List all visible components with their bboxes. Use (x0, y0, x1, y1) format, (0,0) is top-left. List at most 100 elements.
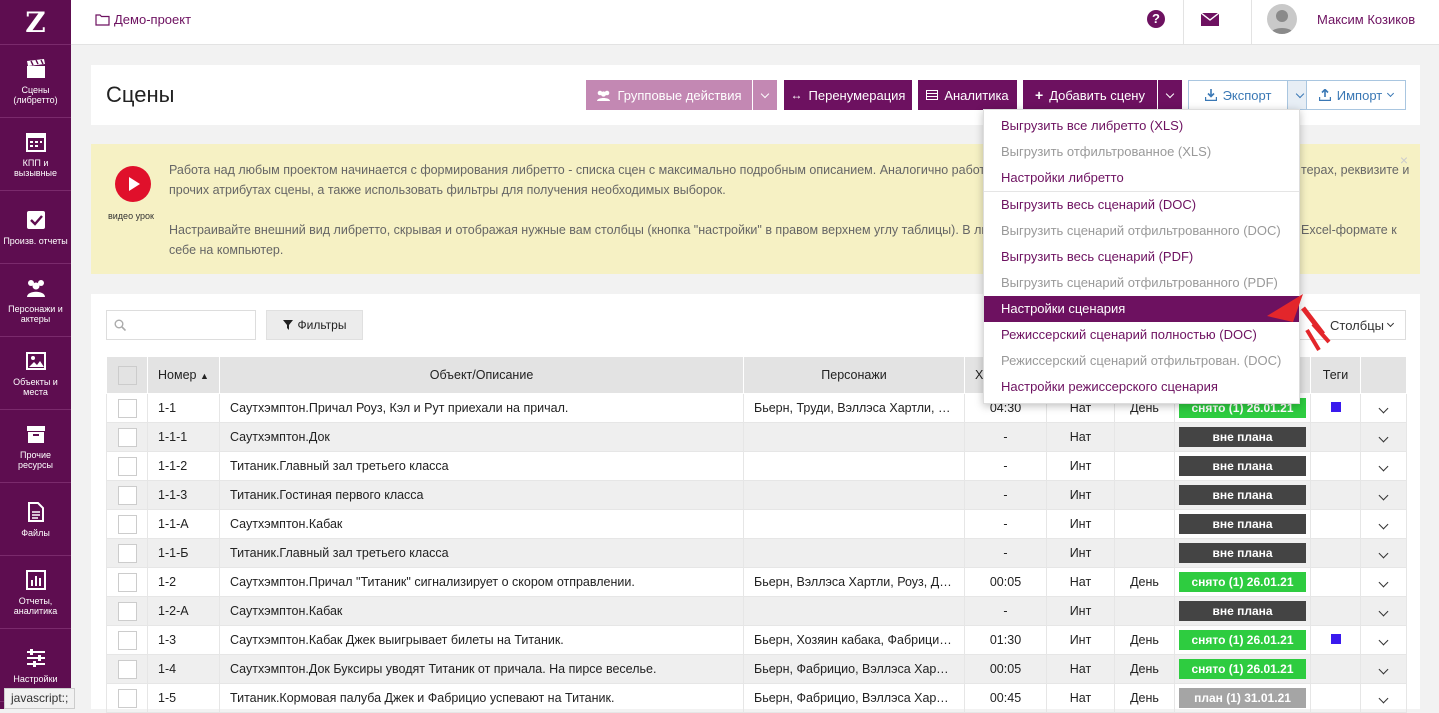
chevron-down-icon[interactable] (1378, 403, 1389, 414)
mail-icon[interactable] (1201, 13, 1219, 26)
row-checkbox[interactable] (117, 572, 137, 592)
export-menu-item[interactable]: Настройки сценария (984, 296, 1299, 322)
close-icon[interactable]: × (1400, 150, 1408, 170)
chevron-down-icon[interactable] (1378, 635, 1389, 646)
row-expand-cell[interactable] (1360, 596, 1407, 626)
row-expand-cell[interactable] (1360, 538, 1407, 568)
table-row[interactable]: 1-2-А Саутхэмптон.Кабак - Инт вне плана (106, 596, 1407, 626)
chevron-down-icon[interactable] (1378, 577, 1389, 588)
sidebar-item-7[interactable]: Отчеты, аналитика (0, 556, 71, 629)
chevron-down-icon[interactable] (1378, 519, 1389, 530)
help-icon[interactable]: ? (1147, 10, 1165, 28)
video-lesson-label[interactable]: видео урок (108, 206, 154, 226)
export-menu-item[interactable]: Выгрузить сценарий отфильтрованного (DOC… (984, 218, 1299, 244)
chevron-down-icon[interactable] (1378, 490, 1389, 501)
row-select-cell[interactable] (106, 625, 148, 655)
sidebar-item-2[interactable]: Произв. отчеты (0, 191, 71, 264)
row-select-cell[interactable] (106, 596, 148, 626)
scene-description: Саутхэмптон.Причал "Титаник" сигнализиру… (219, 567, 744, 597)
export-menu-item[interactable]: Выгрузить отфильтрованное (XLS) (984, 139, 1299, 165)
table-row[interactable]: 1-2 Саутхэмптон.Причал "Титаник" сигнализ… (106, 567, 1407, 597)
row-select-cell[interactable] (106, 393, 148, 423)
export-menu-item[interactable]: Выгрузить весь сценарий (PDF) (984, 244, 1299, 270)
sidebar-item-0[interactable]: Сцены (либретто) (0, 45, 71, 118)
row-checkbox[interactable] (117, 688, 137, 708)
row-checkbox[interactable] (117, 601, 137, 621)
col-number-header[interactable]: Номер ▲ (147, 356, 220, 394)
chevron-down-icon[interactable] (1378, 606, 1389, 617)
sidebar-item-4[interactable]: Объекты и места (0, 337, 71, 410)
export-menu-item[interactable]: Настройки либретто (984, 165, 1299, 191)
renumber-button[interactable]: ↔ Перенумерация (784, 80, 912, 110)
select-all-checkbox[interactable] (117, 365, 137, 385)
row-expand-cell[interactable] (1360, 567, 1407, 597)
table-row[interactable]: 1-4 Саутхэмптон.Док Буксиры уводят Титани… (106, 654, 1407, 684)
row-select-cell[interactable] (106, 451, 148, 481)
row-select-cell[interactable] (106, 683, 148, 713)
export-menu-item[interactable]: Выгрузить все либретто (XLS) (984, 113, 1299, 139)
chevron-down-icon[interactable] (1378, 664, 1389, 675)
row-checkbox[interactable] (117, 398, 137, 418)
sidebar-item-6[interactable]: Файлы (0, 483, 71, 556)
sidebar-item-5[interactable]: Прочие ресурсы (0, 410, 71, 483)
row-expand-cell[interactable] (1360, 654, 1407, 684)
search-input[interactable] (106, 310, 256, 340)
table-row[interactable]: 1-1-3 Титаник.Гостиная первого класса - Инт… (106, 480, 1407, 510)
scene-characters (743, 480, 965, 510)
avatar[interactable] (1267, 4, 1297, 34)
add-scene-button[interactable]: + Добавить сцену (1023, 80, 1157, 110)
import-button[interactable]: Импорт (1306, 80, 1406, 110)
row-expand-cell[interactable] (1360, 393, 1407, 423)
chevron-down-icon[interactable] (1378, 548, 1389, 559)
add-scene-caret-button[interactable] (1158, 80, 1182, 110)
row-select-cell[interactable] (106, 538, 148, 568)
export-menu-item[interactable]: Режиссерский сценарий полностью (DOC) (984, 322, 1299, 348)
row-checkbox[interactable] (117, 427, 137, 447)
select-all-header[interactable] (106, 356, 148, 394)
row-expand-cell[interactable] (1360, 480, 1407, 510)
chevron-down-icon[interactable] (1378, 432, 1389, 443)
row-expand-cell[interactable] (1360, 509, 1407, 539)
row-expand-cell[interactable] (1360, 422, 1407, 452)
youtube-icon[interactable] (115, 166, 151, 202)
row-select-cell[interactable] (106, 654, 148, 684)
row-checkbox[interactable] (117, 456, 137, 476)
export-menu-item[interactable]: Настройки режиссерского сценария (984, 374, 1299, 400)
row-checkbox[interactable] (117, 514, 137, 534)
table-row[interactable]: 1-1-А Саутхэмптон.Кабак - Инт вне плана (106, 509, 1407, 539)
group-actions-button[interactable]: Групповые действия (586, 80, 752, 110)
group-actions-caret-button[interactable] (753, 80, 777, 110)
table-row[interactable]: 1-1-1 Саутхэмптон.Док - Нат вне плана (106, 422, 1407, 452)
row-checkbox[interactable] (117, 630, 137, 650)
user-name[interactable]: Максим Козиков (1317, 12, 1415, 27)
export-button[interactable]: Экспорт (1188, 80, 1288, 110)
table-row[interactable]: 1-1-Б Титаник.Главный зал третьего класса… (106, 538, 1407, 568)
analytics-button[interactable]: Аналитика (918, 80, 1017, 110)
row-select-cell[interactable] (106, 567, 148, 597)
row-select-cell[interactable] (106, 480, 148, 510)
export-menu-item[interactable]: Режиссерский сценарий отфильтрован. (DOC… (984, 348, 1299, 374)
sidebar-item-1[interactable]: КПП и вызывные (0, 118, 71, 191)
row-expand-cell[interactable] (1360, 625, 1407, 655)
sidebar-item-3[interactable]: Персонажи и актеры (0, 264, 71, 337)
table-row[interactable]: 1-3 Саутхэмптон.Кабак Джек выигрывает бил… (106, 625, 1407, 655)
chevron-down-icon[interactable] (1378, 461, 1389, 472)
export-menu-item[interactable]: Выгрузить сценарий отфильтрованного (PDF… (984, 270, 1299, 296)
table-row[interactable]: 1-1-2 Титаник.Главный зал третьего класса… (106, 451, 1407, 481)
row-expand-cell[interactable] (1360, 451, 1407, 481)
app-logo[interactable]: Z (0, 0, 71, 45)
export-menu-item[interactable]: Выгрузить весь сценарий (DOC) (984, 192, 1299, 218)
row-expand-cell[interactable] (1360, 683, 1407, 713)
project-link[interactable]: Демо-проект (95, 12, 191, 27)
row-select-cell[interactable] (106, 509, 148, 539)
row-select-cell[interactable] (106, 422, 148, 452)
col-object-header[interactable]: Объект/Описание (219, 356, 744, 394)
col-characters-header[interactable]: Персонажи (743, 356, 965, 394)
row-checkbox[interactable] (117, 485, 137, 505)
row-checkbox[interactable] (117, 659, 137, 679)
chevron-down-icon[interactable] (1378, 693, 1389, 704)
col-tags-header[interactable]: Теги (1310, 356, 1361, 394)
filters-button[interactable]: Фильтры (266, 310, 363, 340)
table-row[interactable]: 1-5 Титаник.Кормовая палуба Джек и Фабриц… (106, 683, 1407, 713)
row-checkbox[interactable] (117, 543, 137, 563)
